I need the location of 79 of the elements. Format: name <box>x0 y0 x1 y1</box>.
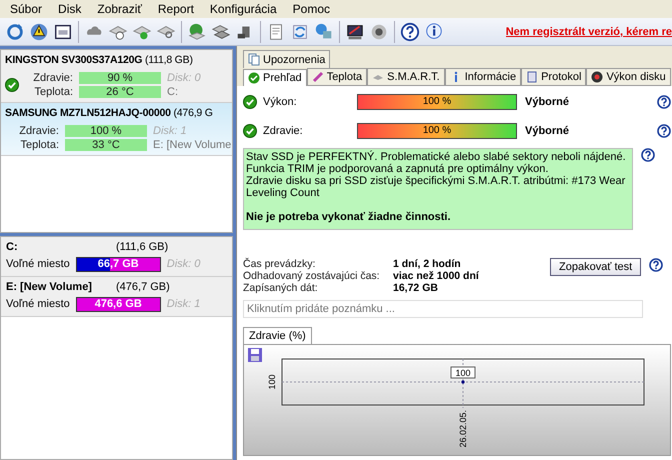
menu-item[interactable]: Zobraziť <box>91 2 148 16</box>
free-space-label: Voľné miesto <box>6 258 70 270</box>
meter-label: Zdravie: <box>263 124 303 136</box>
register-link[interactable]: Nem regisztrált verzió, kérem re <box>506 26 672 38</box>
disk-number: Disk: 1 <box>153 125 188 137</box>
meter-verdict: Výborné <box>525 124 570 136</box>
menu-item[interactable]: Disk <box>52 2 88 16</box>
meter-label: Výkon: <box>263 96 297 108</box>
volume-name: C: <box>6 240 19 253</box>
menu-item[interactable]: Report <box>152 2 200 16</box>
help-icon[interactable] <box>656 124 671 138</box>
health-value: 100 % <box>65 125 147 137</box>
refresh-icon[interactable] <box>5 22 25 42</box>
meter-bar: 100 % <box>357 94 517 110</box>
disk-number: Disk: 0 <box>166 258 200 270</box>
stat-label: Odhadovaný zostávajúci čas: <box>243 270 381 282</box>
tab[interactable]: S.M.A.R.T. <box>367 68 445 85</box>
tab[interactable]: Prehľad <box>243 69 307 86</box>
volume-name: E: [New Volume] <box>6 280 93 293</box>
stat-value: 16,72 GB <box>393 282 439 294</box>
free-space-label: Voľné miesto <box>6 298 70 310</box>
tab[interactable]: Informácie <box>444 68 522 85</box>
volume-label: C: <box>167 86 179 98</box>
pen-icon <box>312 71 324 83</box>
disk-item[interactable]: SAMSUNG MZ7LN512HAJQ-00000 (476,9 G Zdravie: 100 % Disk: 1 Teplota: 33 °C E: [New Volume <box>1 103 232 156</box>
menu-item[interactable]: Súbor <box>4 2 48 16</box>
help-icon[interactable] <box>656 94 671 108</box>
network-icon[interactable] <box>314 22 334 42</box>
help-icon[interactable] <box>641 148 655 162</box>
menu-item[interactable]: Konfigurácia <box>204 2 283 16</box>
temperature-label: Teplota: <box>19 139 59 151</box>
status-message: Stav SSD je PERFEKTNÝ. Problematické alebo slabé sektory neboli nájdené. Funkcia TRIM je podporovaná a zapnutá pre optimálny výkon. Zdravie disku sa pri SSD zisťuje špecifickými S.M.A.R.T. atribútmi: #173 Wear Leveling Count Nie je potreba vykonať žiadne činnosti. <box>243 148 633 230</box>
data-label: 100 <box>450 366 476 378</box>
check-icon <box>248 72 260 84</box>
status-ok-icon <box>5 78 19 92</box>
ok-icon <box>243 94 257 108</box>
temperature-value: 33 °C <box>65 139 147 151</box>
tab[interactable]: Výkon disku <box>586 68 671 85</box>
disk-model: SAMSUNG MZ7LN512HAJQ-00000 (476,9 G <box>5 107 214 119</box>
disk-model: KINGSTON SV300S37A120G (111,8 GB) <box>5 54 194 66</box>
menu-item[interactable]: Pomoc <box>286 2 336 16</box>
health-label: Zdravie: <box>32 72 73 84</box>
stat-value: viac než 1000 dní <box>393 270 480 282</box>
tab[interactable]: Upozornenia <box>243 50 330 68</box>
save-icon[interactable] <box>248 348 262 362</box>
volume-label: E: [New Volume <box>153 139 232 151</box>
volume-size: (111,6 GB) <box>116 240 168 253</box>
temperature-label: Teplota: <box>33 86 73 98</box>
gauge-icon <box>591 71 604 83</box>
info-icon[interactable] <box>424 22 444 42</box>
meter-verdict: Výborné <box>525 96 570 108</box>
health-label: Zdravie: <box>18 125 59 137</box>
tab[interactable]: Teplota <box>306 68 368 85</box>
warning-icon[interactable] <box>29 22 49 42</box>
help-icon[interactable] <box>400 22 420 42</box>
data-point <box>461 380 465 384</box>
pages-icon <box>248 53 260 66</box>
volume-item[interactable]: E: [New Volume] (476,7 GB) Voľné miesto 476,6 GB Disk: 1 <box>1 276 232 317</box>
stat-label: Čas prevádzky: <box>243 258 316 270</box>
globe-disk-icon[interactable] <box>187 22 207 42</box>
disk-number: Disk: 0 <box>167 72 201 84</box>
help-icon[interactable] <box>649 258 664 272</box>
note-field[interactable]: Kliknutím pridáte poznámku ... <box>243 300 643 318</box>
x-tick-label: 26.02.05. <box>458 410 468 448</box>
retest-button[interactable]: Zopakovať test <box>550 258 642 276</box>
disk-number: Disk: 1 <box>166 298 200 310</box>
health-value: 90 % <box>79 72 161 84</box>
disk-item[interactable]: KINGSTON SV300S37A120G (111,8 GB) Zdravie: 90 % Disk: 0 Teplota: 26 °C C: <box>1 50 232 103</box>
chart-tab[interactable]: Zdravie (%) <box>243 327 312 344</box>
stat-value: 1 dní, 2 hodín <box>393 258 462 270</box>
volume-size: (476,7 GB) <box>116 280 170 293</box>
ok-icon <box>243 124 257 138</box>
free-space-bar: 476,6 GB <box>76 296 161 312</box>
temperature-value: 26 °C <box>79 86 161 98</box>
tab[interactable]: Protokol <box>521 68 586 85</box>
document-icon <box>526 71 538 83</box>
meter-bar: 100 % <box>357 122 517 138</box>
stat-label: Zapísaných dát: <box>243 282 319 294</box>
y-tick-label: 100 <box>267 374 277 390</box>
